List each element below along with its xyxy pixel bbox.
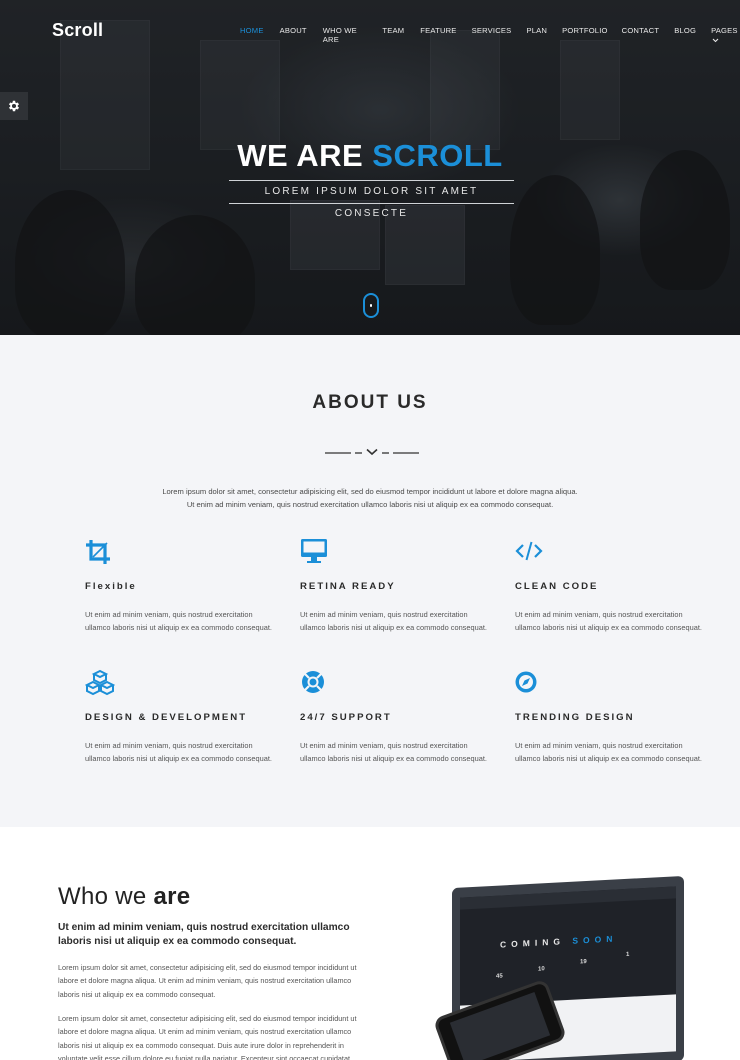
hero-title-accent: SCROLL: [372, 138, 503, 173]
who-we-are-section: Who we are Ut enim ad minim veniam, quis…: [0, 827, 740, 1060]
feature-text: Ut enim ad minim veniam, quis nostrud ex…: [300, 610, 487, 633]
feature-item: Flexible Ut enim ad minim veniam, quis n…: [85, 538, 275, 635]
cubes-icon: [84, 669, 116, 696]
about-intro-line1: Lorem ipsum dolor sit amet, consectetur …: [162, 487, 578, 496]
who-title-light: Who we: [58, 883, 154, 910]
hero-title-main: WE ARE: [237, 138, 373, 173]
mockup-coming: COMING: [500, 935, 573, 950]
nav-item-blog[interactable]: BLOG: [674, 26, 696, 44]
hero-subtitle: LOREM IPSUM DOLOR SIT AMET CONSECTE: [229, 180, 514, 219]
feature-item: DESIGN & DEVELOPMENT Ut enim ad minim ve…: [84, 669, 275, 766]
feature-title: RETINA READY: [300, 581, 396, 592]
who-paragraph: Lorem ipsum dolor sit amet, consectetur …: [58, 1014, 357, 1060]
feature-title: Flexible: [85, 581, 137, 592]
about-title: ABOUT US: [312, 392, 428, 413]
feature-title: CLEAN CODE: [515, 581, 599, 592]
mockup-coming-soon: COMING SOON: [500, 933, 617, 949]
feature-text: Ut enim ad minim veniam, quis nostrud ex…: [300, 741, 487, 764]
nav-item-pages-label: PAGES: [711, 26, 738, 35]
who-title-bold: are: [153, 883, 191, 910]
feature-item: TRENDING DESIGN Ut enim ad minim veniam,…: [515, 669, 705, 766]
about-intro: Lorem ipsum dolor sit amet, consectetur …: [100, 485, 640, 511]
nav-item-about[interactable]: ABOUT: [280, 26, 307, 44]
feature-text: Ut enim ad minim veniam, quis nostrud ex…: [85, 741, 272, 764]
nav-item-home[interactable]: HOME: [240, 26, 264, 44]
feature-title: 24/7 SUPPORT: [300, 712, 392, 723]
who-lead: Ut enim ad minim veniam, quis nostrud ex…: [58, 922, 350, 947]
nav-item-portfolio[interactable]: PORTFOLIO: [562, 26, 608, 44]
mockup-soon: SOON: [572, 933, 618, 946]
section-divider-icon: [325, 448, 419, 456]
crop-icon: [86, 540, 110, 564]
who-title: Who we are: [58, 883, 190, 911]
code-icon: [515, 541, 543, 561]
mockup-counter: 45: [496, 973, 503, 980]
nav-item-feature[interactable]: FEATURE: [420, 26, 456, 44]
feature-item: CLEAN CODE Ut enim ad minim veniam, quis…: [515, 538, 705, 635]
nav-item-plan[interactable]: PLAN: [526, 26, 547, 44]
feature-item: 24/7 SUPPORT Ut enim ad minim veniam, qu…: [300, 669, 490, 766]
mockup-topbar: [460, 886, 676, 910]
compass-icon: [515, 671, 537, 693]
gear-icon: [8, 100, 20, 112]
settings-toggle-button[interactable]: [0, 92, 28, 120]
about-intro-line2: Ut enim ad minim veniam, quis nostrud ex…: [186, 500, 554, 509]
nav-item-pages[interactable]: PAGES: [711, 26, 740, 44]
feature-text: Ut enim ad minim veniam, quis nostrud ex…: [515, 610, 702, 633]
feature-text: Ut enim ad minim veniam, quis nostrud ex…: [515, 741, 702, 764]
nav-item-who-we-are[interactable]: WHO WE ARE: [323, 26, 367, 44]
nav-item-team[interactable]: TEAM: [382, 26, 404, 44]
nav-item-services[interactable]: SERVICES: [472, 26, 512, 44]
main-nav: HOME ABOUT WHO WE ARE TEAM FEATURE SERVI…: [240, 26, 740, 44]
who-paragraph: Lorem ipsum dolor sit amet, consectetur …: [58, 963, 357, 999]
nav-item-contact[interactable]: CONTACT: [622, 26, 660, 44]
feature-text: Ut enim ad minim veniam, quis nostrud ex…: [85, 610, 272, 633]
about-section: ABOUT US Lorem ipsum dolor sit amet, con…: [0, 335, 740, 827]
hero-title: WE ARE SCROLL: [0, 138, 740, 174]
feature-item: RETINA READY Ut enim ad minim veniam, qu…: [300, 538, 490, 635]
hero-section: Scroll HOME ABOUT WHO WE ARE TEAM FEATUR…: [0, 0, 740, 335]
site-logo[interactable]: Scroll: [52, 20, 103, 41]
monitor-icon: [301, 539, 327, 563]
mockup-counter: 19: [580, 959, 587, 966]
mockup-counter: 1: [626, 951, 630, 958]
feature-title: TRENDING DESIGN: [515, 712, 635, 723]
mockup-counter: 10: [538, 966, 545, 973]
chevron-down-icon: [712, 38, 719, 42]
scroll-down-mouse-icon[interactable]: [363, 293, 379, 318]
lifebuoy-icon: [302, 671, 324, 693]
feature-title: DESIGN & DEVELOPMENT: [85, 712, 248, 723]
